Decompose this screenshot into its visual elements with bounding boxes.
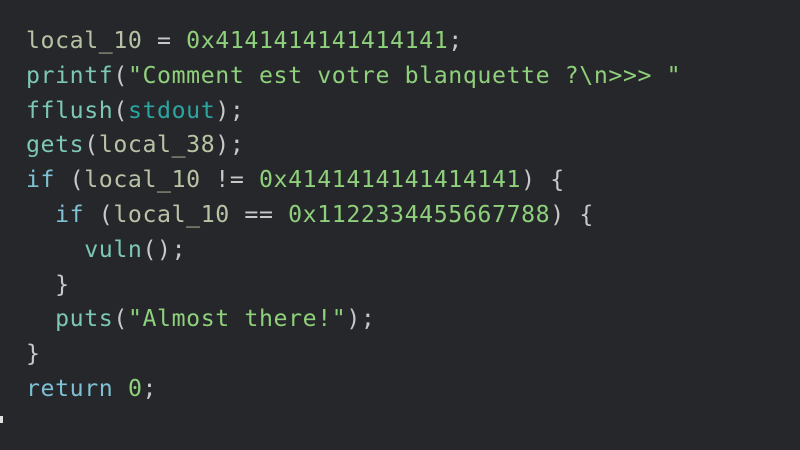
code-token-num: 0x1122334455667788 xyxy=(288,200,551,228)
code-listing[interactable]: local_10 = 0x4141414141414141; printf("Co… xyxy=(26,24,681,407)
code-token-str: "Almost there!" xyxy=(127,305,347,333)
code-token-punct: ; xyxy=(448,27,463,54)
code-token-op: == xyxy=(229,200,289,228)
code-token-punct: ) { xyxy=(550,200,594,228)
code-token-num: 0x4141414141414141 xyxy=(258,166,522,194)
code-editor[interactable]: local_10 = 0x4141414141414141; printf("Co… xyxy=(0,0,800,450)
code-token-punct: ); xyxy=(346,305,376,333)
code-line: printf("Comment est votre blanquette ?\n… xyxy=(26,59,681,94)
code-token-punct: ( xyxy=(84,200,114,228)
code-token-punct: ( xyxy=(55,166,85,194)
code-token-global: stdout xyxy=(127,96,216,124)
code-token-func: printf xyxy=(26,61,114,89)
code-token-func: vuln xyxy=(84,235,143,263)
code-token-num: 0x4141414141414141 xyxy=(186,27,449,54)
code-token-punct: ( xyxy=(113,61,128,89)
code-line: gets(local_38); xyxy=(26,128,681,163)
code-line: local_10 = 0x4141414141414141; xyxy=(26,24,681,59)
code-token-func: gets xyxy=(26,131,85,159)
code-line: return 0; xyxy=(26,372,681,407)
code-token-punct: (); xyxy=(142,235,187,263)
code-token-kw: if xyxy=(55,200,85,228)
gutter-marker xyxy=(0,416,3,423)
code-token-ident: local_10 xyxy=(84,166,201,194)
code-token-punct: ); xyxy=(215,131,245,159)
code-token-punct: ( xyxy=(113,305,128,333)
code-line: if (local_10 != 0x4141414141414141) { xyxy=(26,163,681,198)
code-token-punct: ); xyxy=(215,96,245,124)
code-token-punct: ( xyxy=(113,96,128,124)
code-line: puts("Almost there!"); xyxy=(26,302,681,337)
code-token-punct: ) { xyxy=(521,166,565,194)
code-token-op: != xyxy=(200,166,259,194)
code-token-punct: } xyxy=(26,340,41,368)
code-token-ident: local_10 xyxy=(113,200,230,228)
code-token-punct: ( xyxy=(84,131,99,159)
code-token-func: fflush xyxy=(26,96,114,124)
code-token-ident: local_38 xyxy=(98,131,216,159)
code-token-ident: local_10 xyxy=(26,27,143,54)
code-line: } xyxy=(26,337,681,372)
code-token-punct: } xyxy=(55,270,70,298)
code-line: vuln(); xyxy=(26,233,681,268)
code-token-punct: ; xyxy=(142,374,158,402)
code-token-kw: return xyxy=(26,374,114,402)
code-token-num: 0 xyxy=(127,374,143,402)
code-token-func: puts xyxy=(55,305,114,333)
code-line: if (local_10 == 0x1122334455667788) { xyxy=(26,198,681,233)
code-token-str: "Comment est votre blanquette ?\n>>> " xyxy=(127,61,682,89)
code-line: fflush(stdout); xyxy=(26,94,681,129)
code-token-op: = xyxy=(142,27,187,54)
code-token-op xyxy=(113,375,128,402)
code-line: } xyxy=(26,268,681,303)
code-token-kw: if xyxy=(26,166,56,194)
